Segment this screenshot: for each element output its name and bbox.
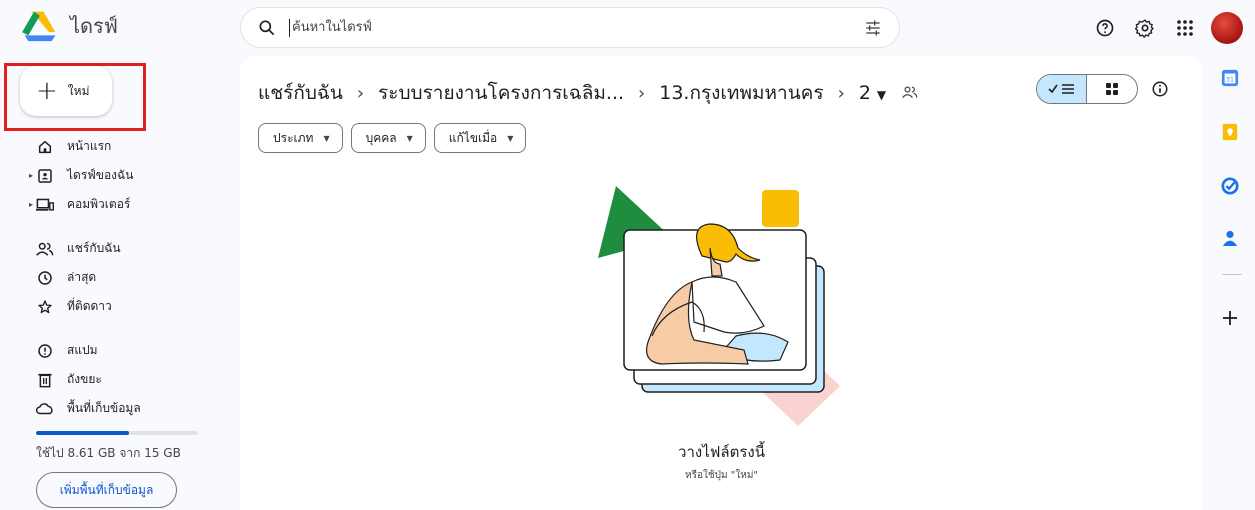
- home-icon: [36, 138, 54, 156]
- plus-icon: +: [36, 76, 58, 106]
- sidebar-item-trash[interactable]: ถังขยะ: [0, 365, 228, 394]
- sidebar-item-label: หน้าแรก: [67, 139, 112, 153]
- sidebar-item-label: ไดรฟ์ของฉัน: [67, 168, 134, 182]
- drive-logo[interactable]: ไดรฟ์: [22, 10, 118, 42]
- app-title: ไดรฟ์: [70, 14, 118, 38]
- search-icon[interactable]: [257, 18, 277, 38]
- cloud-icon: [36, 400, 54, 418]
- caret-down-icon: ▼: [323, 133, 330, 143]
- info-icon[interactable]: [1148, 77, 1172, 101]
- breadcrumb-item[interactable]: แชร์กับฉัน: [258, 78, 343, 108]
- star-icon: [36, 298, 54, 316]
- filter-chip-label: แก้ไขเมื่อ: [448, 130, 498, 145]
- sidebar-item-label: คอมพิวเตอร์: [67, 197, 131, 211]
- sidebar-item-label: ที่ติดดาว: [67, 299, 112, 313]
- sidebar-item-spam[interactable]: สแปม: [0, 336, 228, 365]
- sidebar-item-label: สแปม: [67, 343, 98, 357]
- trash-icon: [36, 371, 54, 389]
- filter-chip-modified[interactable]: แก้ไขเมื่อ ▼: [433, 123, 527, 153]
- drive-logo-icon: [22, 11, 56, 42]
- storage-usage-bar: [36, 431, 198, 435]
- view-toggle: [1036, 74, 1138, 104]
- shared-people-icon[interactable]: [902, 82, 918, 104]
- top-right-actions: [1085, 8, 1255, 48]
- search-options-icon[interactable]: [863, 18, 883, 38]
- sidebar-item-computers[interactable]: ▸ คอมพิวเตอร์: [0, 190, 228, 219]
- storage-usage-fill: [36, 431, 129, 435]
- svg-text:31: 31: [1226, 77, 1234, 84]
- sidebar-item-label: แชร์กับฉัน: [67, 241, 121, 255]
- spam-icon: [36, 342, 54, 360]
- sidebar-item-shared-with-me[interactable]: แชร์กับฉัน: [0, 234, 228, 263]
- storage-usage-text: ใช้ไป 8.61 GB จาก 15 GB: [36, 446, 181, 460]
- chevron-right-icon: ›: [356, 82, 365, 104]
- sidebar-nav-main: หน้าแรก ▸ ไดรฟ์ของฉัน ▸ คอมพิวเตอร์: [0, 132, 228, 219]
- new-button[interactable]: + ใหม่: [20, 66, 112, 116]
- main-panel: แชร์กับฉัน › ระบบรายงานโครงการเฉลิม... ›…: [240, 56, 1203, 510]
- caret-down-icon: ▼: [876, 88, 887, 102]
- empty-state-title: วางไฟล์ตรงนี้: [678, 443, 765, 461]
- caret-down-icon: ▼: [507, 133, 514, 143]
- sidebar: + ใหม่ หน้าแรก ▸ ไดรฟ์ของฉัน ▸ คอมพิวเตอ…: [0, 56, 228, 510]
- empty-folder-illustration: [598, 186, 840, 426]
- list-view-button[interactable]: [1037, 75, 1088, 103]
- account-avatar[interactable]: [1211, 12, 1243, 44]
- sidebar-nav-secondary: แชร์กับฉัน ล่าสุด ที่ติดดาว: [0, 234, 228, 321]
- settings-icon[interactable]: [1125, 8, 1165, 48]
- expand-arrow-icon[interactable]: ▸: [29, 200, 33, 209]
- new-button-label: ใหม่: [67, 83, 90, 98]
- side-panel-apps: 31: [1210, 56, 1255, 510]
- sidebar-item-my-drive[interactable]: ▸ ไดรฟ์ของฉัน: [0, 161, 228, 190]
- sidebar-item-label: ล่าสุด: [67, 270, 97, 284]
- grid-view-button[interactable]: [1087, 75, 1137, 103]
- sidebar-nav-tertiary: สแปม ถังขยะ พื้นที่เก็บข้อมูล: [0, 336, 228, 423]
- sidebar-item-label: พื้นที่เก็บข้อมูล: [67, 401, 141, 415]
- breadcrumb-item[interactable]: ระบบรายงานโครงการเฉลิม...: [378, 78, 624, 108]
- computer-icon: [36, 196, 54, 214]
- chevron-right-icon: ›: [638, 82, 646, 104]
- add-icon[interactable]: [1218, 306, 1242, 330]
- list-view-icon: [1047, 84, 1074, 94]
- apps-grid-icon[interactable]: [1165, 8, 1205, 48]
- empty-state-subtitle: หรือใช้ปุ่ม "ใหม่": [684, 470, 759, 481]
- get-more-storage-button[interactable]: เพิ่มพื้นที่เก็บข้อมูล: [36, 472, 177, 508]
- sidebar-item-label: ถังขยะ: [67, 372, 102, 386]
- breadcrumb: แชร์กับฉัน › ระบบรายงานโครงการเฉลิม... ›…: [258, 78, 918, 108]
- chevron-right-icon: ›: [837, 82, 845, 104]
- sidebar-item-starred[interactable]: ที่ติดดาว: [0, 292, 228, 321]
- sidebar-item-storage[interactable]: พื้นที่เก็บข้อมูล: [0, 394, 228, 423]
- clock-icon: [36, 269, 54, 287]
- filter-chip-type[interactable]: ประเภท ▼: [258, 123, 343, 153]
- keep-icon[interactable]: [1218, 120, 1242, 144]
- contacts-icon[interactable]: [1218, 226, 1242, 250]
- filter-chip-people[interactable]: บุคคล ▼: [350, 123, 426, 153]
- breadcrumb-current-folder[interactable]: 2 ▼: [859, 82, 886, 104]
- help-icon[interactable]: [1085, 8, 1125, 48]
- calendar-icon[interactable]: 31: [1218, 66, 1242, 90]
- shared-people-icon: [36, 240, 54, 258]
- side-panel-divider: [1222, 274, 1242, 275]
- breadcrumb-item[interactable]: 13.กรุงเทพมหานคร: [659, 78, 823, 108]
- caret-down-icon: ▼: [406, 133, 413, 143]
- filter-chip-label: ประเภท: [273, 130, 314, 145]
- my-drive-icon: [36, 167, 54, 185]
- search-input[interactable]: [289, 18, 829, 37]
- search-bar[interactable]: [240, 7, 900, 48]
- top-bar: ไดรฟ์: [0, 0, 1255, 56]
- breadcrumb-item: 2: [858, 82, 871, 104]
- filter-chip-label: บุคคล: [365, 130, 397, 145]
- tasks-icon[interactable]: [1218, 174, 1242, 198]
- filter-chips: ประเภท ▼ บุคคล ▼ แก้ไขเมื่อ ▼: [258, 123, 527, 153]
- sidebar-item-home[interactable]: หน้าแรก: [0, 132, 228, 161]
- sidebar-item-recent[interactable]: ล่าสุด: [0, 263, 228, 292]
- expand-arrow-icon[interactable]: ▸: [29, 171, 33, 180]
- grid-view-icon: [1106, 83, 1118, 95]
